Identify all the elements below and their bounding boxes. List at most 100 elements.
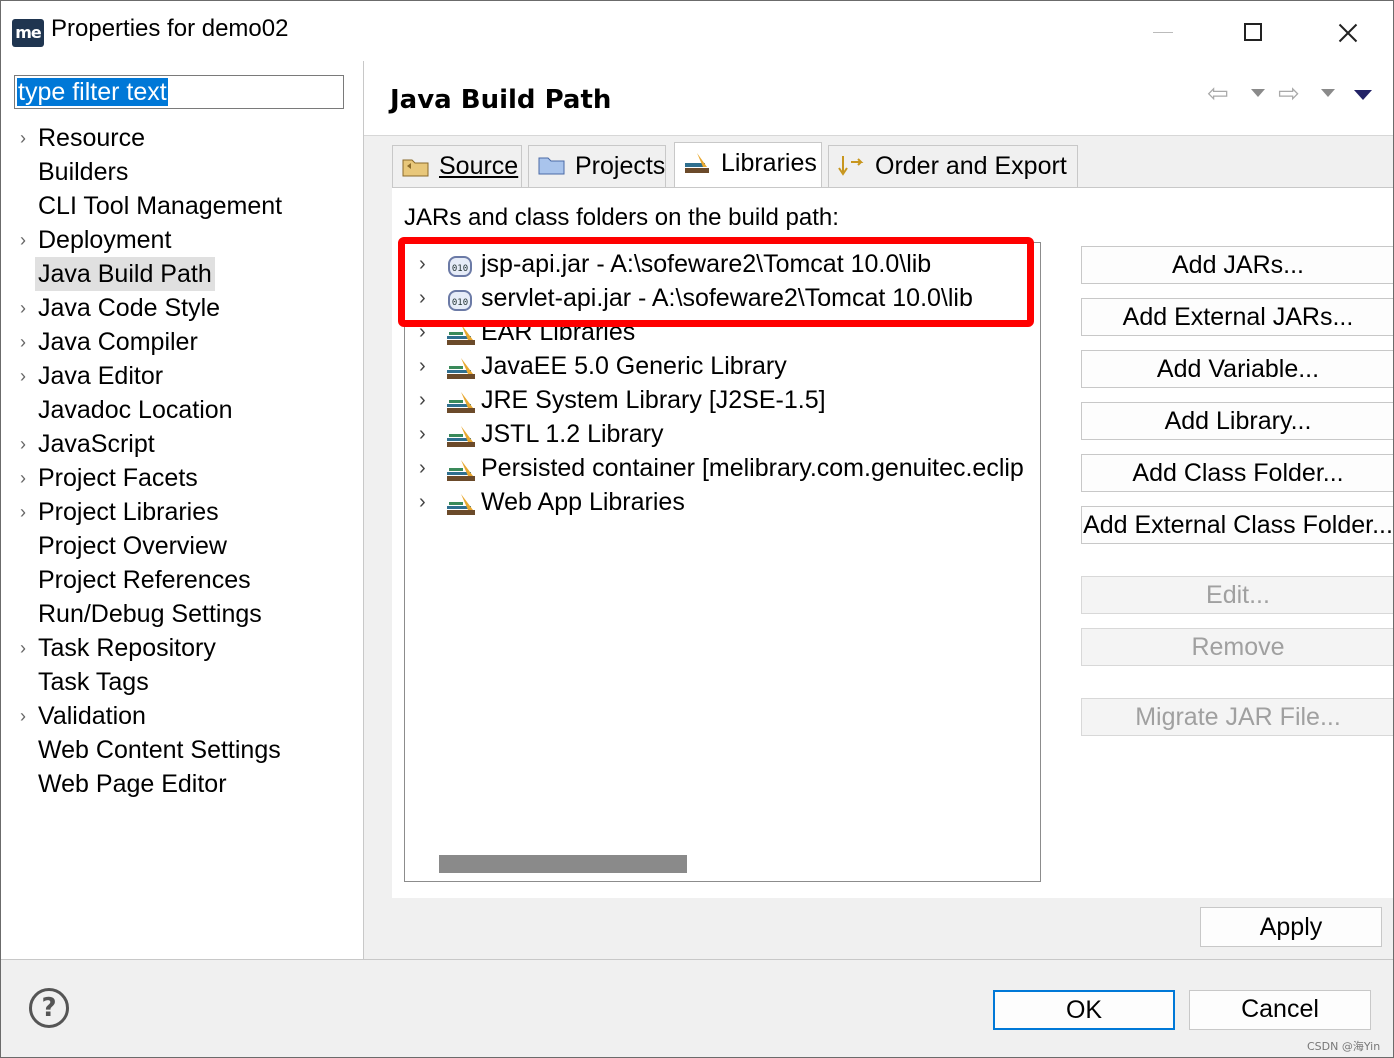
add-variable-button[interactable]: Add Variable... <box>1081 350 1393 388</box>
apply-button[interactable]: Apply <box>1200 907 1382 947</box>
nav-item-resource[interactable]: › Resource <box>1 121 363 155</box>
chevron-right-icon[interactable]: › <box>20 427 34 461</box>
nav-item-project-facets[interactable]: › Project Facets <box>1 461 363 495</box>
watermark: CSDN @海Yin <box>1307 1040 1381 1053</box>
chevron-right-icon[interactable]: › <box>419 247 426 281</box>
page-content: Java Build Path ⇦ ⇨ Source Projects Libr… <box>364 61 1393 959</box>
nav-item-project-references[interactable]: Project References <box>1 563 363 597</box>
tab-projects[interactable]: Projects <box>528 145 666 187</box>
add-external-jars-button[interactable]: Add External JARs... <box>1081 298 1393 336</box>
build-path-tree[interactable]: › Web App Libraries › Persisted container [… <box>404 242 1041 882</box>
nav-item-cli-tool-management[interactable]: CLI Tool Management <box>1 189 363 223</box>
remove-button[interactable]: Remove <box>1081 628 1393 666</box>
chevron-right-icon[interactable]: › <box>20 631 34 665</box>
nav-item-java-editor[interactable]: › Java Editor <box>1 359 363 393</box>
edit-button[interactable]: Edit... <box>1081 576 1393 614</box>
build-path-entry[interactable]: › 010 jsp-api.jar - A:\sofeware2\Tomcat 10… <box>405 247 1040 281</box>
nav-item-web-content-settings[interactable]: Web Content Settings <box>1 733 363 767</box>
migrate-jar-button[interactable]: Migrate JAR File... <box>1081 698 1393 736</box>
add-library-button[interactable]: Add Library... <box>1081 402 1393 440</box>
nav-item-label: Java Build Path <box>35 257 215 291</box>
nav-item-project-overview[interactable]: Project Overview <box>1 529 363 563</box>
chevron-right-icon[interactable]: › <box>20 325 34 359</box>
nav-item-javascript[interactable]: › JavaScript <box>1 427 363 461</box>
build-path-entry-label: Persisted container [melibrary.com.genui… <box>481 454 1024 482</box>
nav-item-java-build-path[interactable]: Java Build Path <box>1 257 363 291</box>
nav-item-javadoc-location[interactable]: Javadoc Location <box>1 393 363 427</box>
property-pages-panel: type filter text › Resource Builders CLI To… <box>1 61 364 959</box>
tab-order-export[interactable]: Order and Export <box>828 145 1078 187</box>
nav-item-project-libraries[interactable]: › Project Libraries <box>1 495 363 529</box>
chevron-right-icon[interactable]: › <box>419 349 426 383</box>
filter-input[interactable]: type filter text <box>14 75 344 109</box>
ok-button[interactable]: OK <box>993 990 1175 1030</box>
nav-item-label: Resource <box>38 124 145 152</box>
title-bar: me Properties for demo02 <box>1 1 1393 61</box>
build-path-entry[interactable]: › Web App Libraries <box>405 485 1040 519</box>
add-class-folder-button[interactable]: Add Class Folder... <box>1081 454 1393 492</box>
chevron-right-icon[interactable]: › <box>419 315 426 349</box>
cancel-button[interactable]: Cancel <box>1189 990 1371 1030</box>
chevron-right-icon[interactable]: › <box>20 699 34 733</box>
nav-item-validation[interactable]: › Validation <box>1 699 363 733</box>
chevron-right-icon[interactable]: › <box>20 223 34 257</box>
build-path-entry[interactable]: › Persisted container [melibrary.com.genu… <box>405 451 1040 485</box>
minimize-button[interactable] <box>1131 7 1191 57</box>
build-path-entry[interactable]: › JavaEE 5.0 Generic Library <box>405 349 1040 383</box>
chevron-right-icon[interactable]: › <box>419 451 426 485</box>
nav-item-java-code-style[interactable]: › Java Code Style <box>1 291 363 325</box>
help-icon[interactable]: ? <box>29 988 69 1028</box>
nav-item-label: Web Content Settings <box>38 736 281 764</box>
properties-dialog: me Properties for demo02 type filter tex… <box>0 0 1394 1058</box>
library-icon <box>447 321 475 345</box>
nav-item-label: Javadoc Location <box>38 396 233 424</box>
back-history-dropdown[interactable] <box>1251 89 1265 97</box>
nav-item-label: Project Libraries <box>38 498 219 526</box>
nav-item-label: Task Tags <box>38 668 149 696</box>
chevron-right-icon[interactable]: › <box>20 291 34 325</box>
chevron-right-icon[interactable]: › <box>419 417 426 451</box>
chevron-right-icon[interactable]: › <box>419 281 426 315</box>
chevron-right-icon[interactable]: › <box>20 495 34 529</box>
svg-text:010: 010 <box>452 298 468 308</box>
nav-item-label: Validation <box>38 702 146 730</box>
chevron-right-icon[interactable]: › <box>419 485 426 519</box>
build-path-entry[interactable]: › JSTL 1.2 Library <box>405 417 1040 451</box>
build-path-entry-label: JSTL 1.2 Library <box>481 420 664 448</box>
chevron-right-icon[interactable]: › <box>20 359 34 393</box>
tab-label-order-export: Order and Export <box>875 152 1067 180</box>
maximize-button[interactable] <box>1223 7 1283 57</box>
forward-history-dropdown[interactable] <box>1321 89 1335 97</box>
add-external-class-folder-button[interactable]: Add External Class Folder... <box>1081 506 1393 544</box>
nav-item-java-compiler[interactable]: › Java Compiler <box>1 325 363 359</box>
build-path-entry[interactable]: › EAR Libraries <box>405 315 1040 349</box>
nav-item-web-page-editor[interactable]: Web Page Editor <box>1 767 363 801</box>
nav-item-task-tags[interactable]: Task Tags <box>1 665 363 699</box>
add-jars-button[interactable]: Add JARs... <box>1081 246 1393 284</box>
build-path-entry[interactable]: › 010 servlet-api.jar - A:\sofeware2\Tomca… <box>405 281 1040 315</box>
nav-item-deployment[interactable]: › Deployment <box>1 223 363 257</box>
app-logo-icon: me <box>12 19 44 47</box>
nav-item-label: Project Overview <box>38 532 227 560</box>
page-header: Java Build Path ⇦ ⇨ <box>364 61 1393 136</box>
nav-item-builders[interactable]: Builders <box>1 155 363 189</box>
chevron-right-icon[interactable]: › <box>20 461 34 495</box>
forward-arrow-icon[interactable]: ⇨ <box>1278 79 1300 109</box>
tab-source[interactable]: Source <box>392 145 522 187</box>
build-path-entry-label: jsp-api.jar - A:\sofeware2\Tomcat 10.0\l… <box>481 250 932 278</box>
close-button[interactable] <box>1317 7 1377 57</box>
chevron-right-icon[interactable]: › <box>419 383 426 417</box>
horizontal-scrollbar-thumb[interactable] <box>439 855 687 873</box>
tab-libraries[interactable]: Libraries <box>674 142 822 188</box>
nav-item-label: Run/Debug Settings <box>38 600 262 628</box>
nav-item-label: Java Compiler <box>38 328 198 356</box>
nav-item-label: Builders <box>38 158 129 186</box>
nav-item-run-debug-settings[interactable]: Run/Debug Settings <box>1 597 363 631</box>
chevron-right-icon[interactable]: › <box>20 121 34 155</box>
build-path-entry[interactable]: › JRE System Library [J2SE-1.5] <box>405 383 1040 417</box>
nav-item-task-repository[interactable]: › Task Repository <box>1 631 363 665</box>
window-title: Properties for demo02 <box>51 15 289 42</box>
view-menu-icon[interactable] <box>1354 90 1372 100</box>
back-arrow-icon[interactable]: ⇦ <box>1207 79 1229 109</box>
library-icon <box>447 389 475 413</box>
